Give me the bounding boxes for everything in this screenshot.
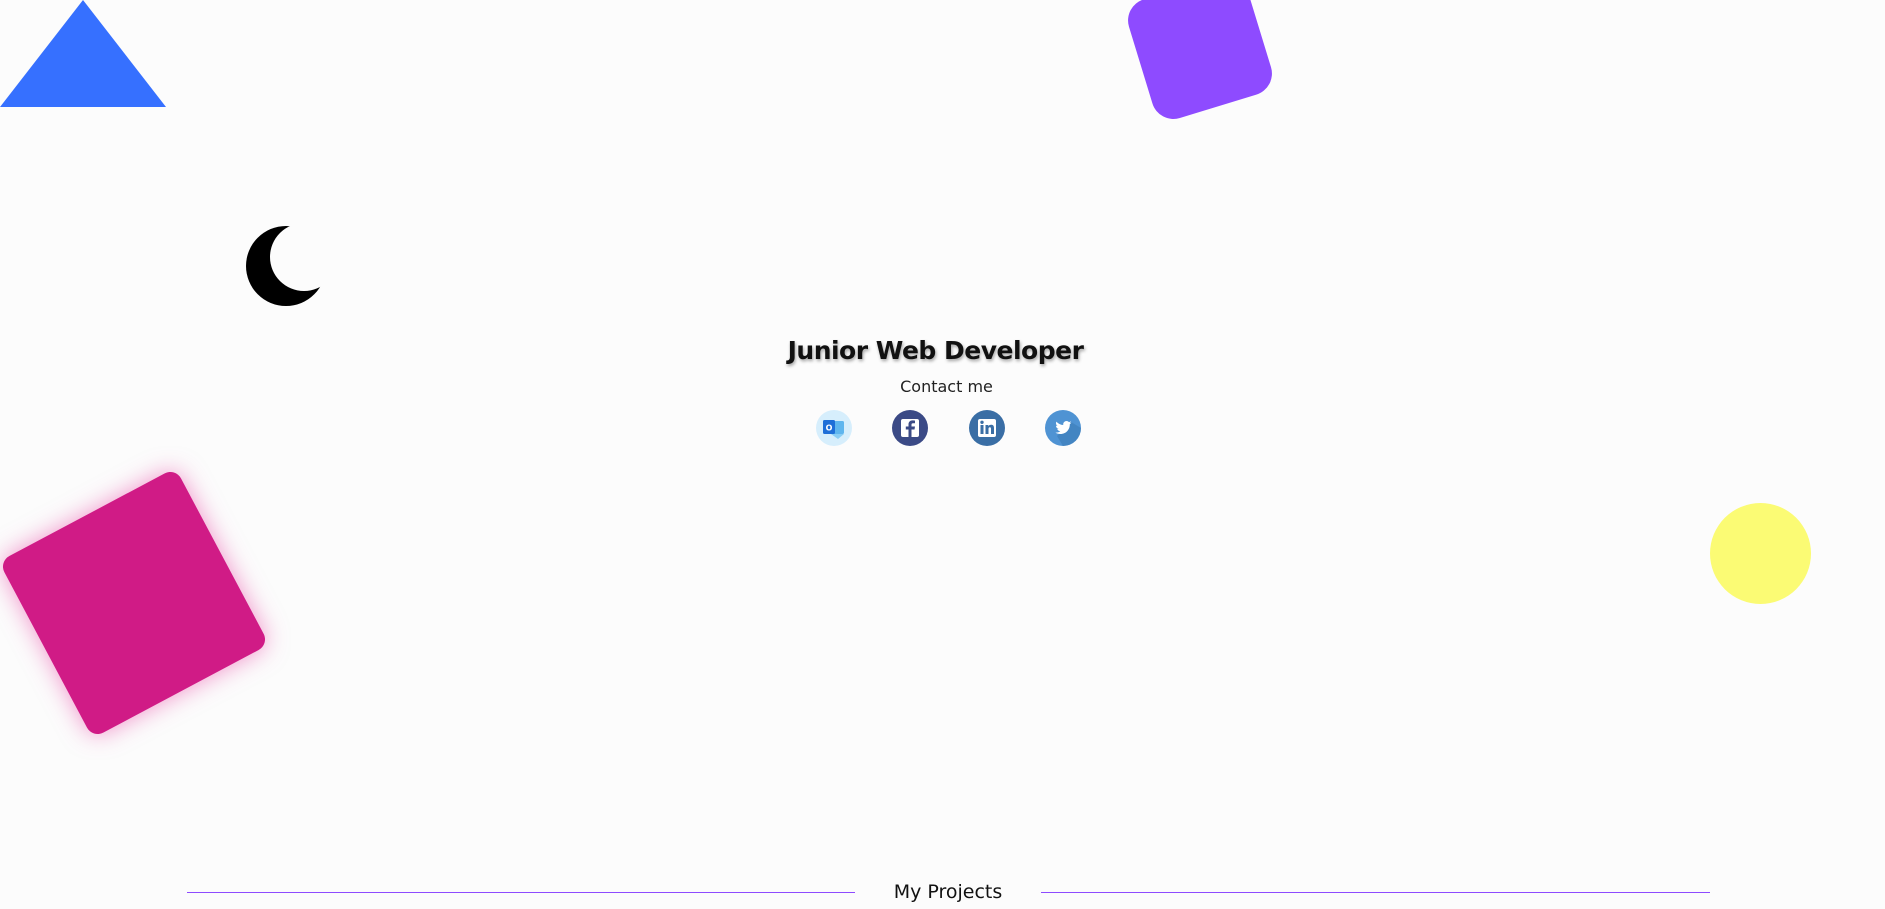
projects-heading: My Projects	[893, 881, 1003, 903]
divider-left	[187, 892, 855, 893]
contact-label: Contact me	[900, 377, 993, 396]
yellow-circle-shape	[1710, 503, 1811, 604]
hero-title: Junior Web Developer	[787, 336, 1084, 365]
page: Junior Web Developer Contact me O My Pro…	[0, 0, 1885, 909]
svg-text:O: O	[826, 424, 833, 433]
pink-square-shape	[0, 467, 270, 739]
projects-section-header: My Projects	[187, 879, 1710, 907]
linkedin-icon	[969, 410, 1005, 446]
linkedin-link[interactable]	[969, 410, 1005, 446]
twitter-icon	[1045, 410, 1081, 446]
social-links: O	[816, 410, 1086, 448]
blue-triangle-shape	[0, 0, 166, 107]
outlook-icon: O	[816, 410, 852, 446]
theme-toggle-button[interactable]	[244, 224, 328, 308]
facebook-link[interactable]	[892, 410, 928, 446]
hero-section: Junior Web Developer Contact me	[0, 336, 1885, 396]
divider-right	[1041, 892, 1710, 893]
facebook-icon	[892, 410, 928, 446]
purple-square-shape	[1122, 0, 1278, 125]
twitter-link[interactable]	[1045, 410, 1081, 446]
outlook-link[interactable]: O	[816, 410, 852, 446]
moon-icon	[246, 226, 326, 306]
